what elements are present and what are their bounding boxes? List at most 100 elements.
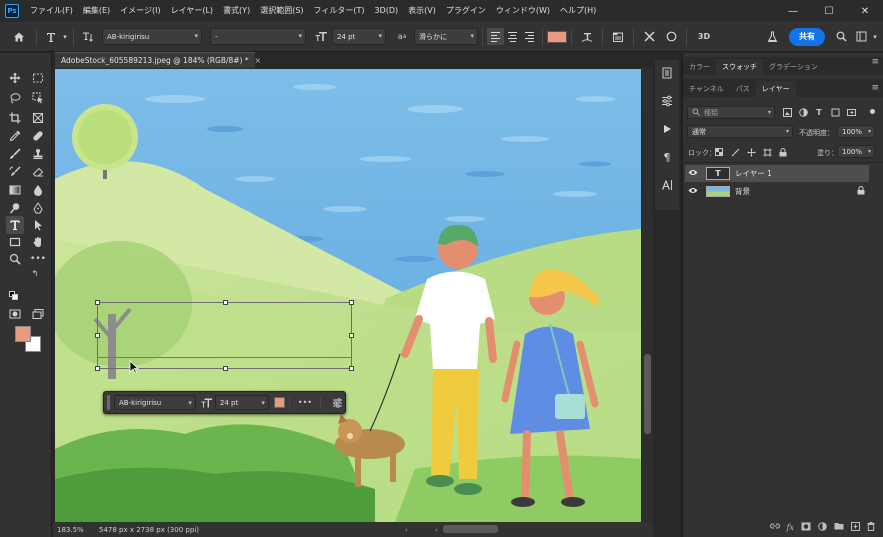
font-family-select[interactable]: AB-kirigirisu ▾	[102, 28, 202, 45]
status-arrow-icon[interactable]: ›	[405, 526, 408, 534]
settings-sliders-icon[interactable]	[329, 393, 345, 413]
blur-tool-icon[interactable]	[29, 181, 47, 199]
new-layer-icon[interactable]	[851, 521, 860, 533]
document-tab[interactable]: AdobeStock_605589213.jpeg @ 184% (RGB/8#…	[55, 52, 261, 68]
eraser-tool-icon[interactable]	[29, 163, 47, 181]
clone-stamp-tool-icon[interactable]	[29, 145, 47, 163]
history-brush-tool-icon[interactable]	[6, 163, 24, 181]
lock-pixels-icon[interactable]	[729, 146, 741, 158]
text-bounding-box[interactable]	[95, 300, 354, 371]
zoom-level[interactable]: 183.5%	[53, 526, 93, 534]
align-center-button[interactable]	[504, 28, 521, 45]
lock-artboard-icon[interactable]	[761, 146, 773, 158]
tab-swatches[interactable]: スウォッチ	[716, 59, 763, 75]
chevron-down-icon[interactable]: ▾	[871, 27, 879, 47]
chevron-down-icon[interactable]: ▾	[61, 27, 69, 47]
anti-alias-select[interactable]: 滑らかに ▾	[414, 28, 478, 45]
lock-all-icon[interactable]	[777, 146, 789, 158]
type-tool-preset-icon[interactable]	[41, 27, 61, 47]
vertical-scroll-thumb[interactable]	[644, 354, 651, 434]
filter-toggle-icon[interactable]	[870, 109, 875, 114]
panel-menu-icon[interactable]: ≡	[871, 57, 879, 67]
quick-mask-icon[interactable]	[6, 305, 24, 323]
frame-tool-icon[interactable]	[29, 109, 47, 127]
gradient-tool-icon[interactable]	[6, 181, 24, 199]
default-colors-icon[interactable]	[8, 290, 18, 300]
layer-filter-select[interactable]: 種類 ▾	[687, 106, 775, 119]
document-canvas[interactable]	[55, 69, 641, 522]
menu-help[interactable]: ヘルプ(H)	[555, 0, 601, 22]
more-tools-icon[interactable]: •••	[29, 250, 47, 268]
align-right-button[interactable]	[521, 28, 538, 45]
flask-icon[interactable]	[761, 27, 783, 47]
tab-color[interactable]: カラー	[683, 59, 716, 75]
share-button[interactable]: 共有	[789, 27, 825, 46]
zoom-tool-icon[interactable]	[6, 250, 24, 268]
object-selection-tool-icon[interactable]	[29, 89, 47, 107]
actions-play-icon[interactable]	[658, 120, 676, 138]
menu-file[interactable]: ファイル(F)	[25, 0, 78, 22]
path-selection-tool-icon[interactable]	[29, 216, 47, 234]
drag-handle[interactable]	[107, 395, 110, 410]
filter-pixel-icon[interactable]	[781, 106, 793, 118]
brush-tool-icon[interactable]	[6, 145, 24, 163]
cancel-icon[interactable]	[638, 27, 660, 47]
menu-filter[interactable]: フィルター(T)	[309, 0, 370, 22]
filter-type-icon[interactable]: T	[813, 106, 825, 118]
search-icon[interactable]	[831, 27, 851, 47]
workspace-icon[interactable]	[851, 27, 871, 47]
adjustment-layer-icon[interactable]	[818, 521, 827, 533]
warp-text-icon[interactable]	[576, 27, 598, 47]
menu-edit[interactable]: 編集(E)	[78, 0, 115, 22]
screen-mode-icon[interactable]	[29, 305, 47, 323]
transform-handle-right[interactable]	[349, 333, 354, 338]
character-panel-icon[interactable]	[607, 27, 629, 47]
home-icon[interactable]	[6, 27, 32, 47]
eyedropper-tool-icon[interactable]	[6, 127, 24, 145]
history-panel-icon[interactable]	[658, 64, 676, 82]
layers-panel-menu-icon[interactable]: ≡	[871, 83, 879, 93]
lock-icon[interactable]	[857, 186, 865, 197]
menu-image[interactable]: イメージ(I)	[115, 0, 165, 22]
transform-handle-top-right[interactable]	[349, 300, 354, 305]
character-panel-icon[interactable]	[658, 176, 676, 194]
transform-handle-top[interactable]	[223, 300, 228, 305]
layer-name[interactable]: レイヤー 1	[735, 168, 772, 179]
move-tool-icon[interactable]	[6, 69, 24, 87]
foreground-color-swatch[interactable]	[15, 326, 31, 342]
transform-handle-left[interactable]	[95, 333, 100, 338]
layer-effects-icon[interactable]: fx	[787, 523, 794, 532]
minimize-button[interactable]: —	[775, 0, 811, 22]
menu-select[interactable]: 選択範囲(S)	[255, 0, 308, 22]
fill-field[interactable]: 100% ▾	[837, 145, 875, 158]
menu-3d[interactable]: 3D(D)	[370, 0, 404, 22]
add-mask-icon[interactable]	[801, 522, 811, 533]
lock-position-icon[interactable]	[745, 146, 757, 158]
layer-row[interactable]: 背景	[685, 183, 869, 200]
transform-handle-bottom-left[interactable]	[95, 366, 100, 371]
document-info[interactable]: 5478 px x 2738 px (300 ppi)	[93, 526, 199, 534]
horizontal-scroll-thumb[interactable]	[443, 525, 498, 533]
taskbar-color-swatch[interactable]	[273, 397, 285, 408]
text-color-swatch[interactable]	[547, 30, 567, 43]
filter-adjustment-icon[interactable]	[797, 106, 809, 118]
visibility-eye-icon[interactable]	[688, 187, 702, 196]
tab-paths[interactable]: パス	[730, 81, 756, 97]
align-left-button[interactable]	[487, 28, 504, 45]
canvas-area[interactable]	[53, 68, 653, 522]
taskbar-font-family-select[interactable]: AB-kirigirisu ▾	[114, 395, 196, 410]
transform-handle-top-left[interactable]	[95, 300, 100, 305]
tab-channels[interactable]: チャンネル	[683, 81, 730, 97]
filter-smart-object-icon[interactable]	[845, 106, 857, 118]
rectangle-tool-icon[interactable]	[6, 233, 24, 251]
new-group-folder-icon[interactable]	[834, 522, 844, 532]
opacity-field[interactable]: 100% ▾	[837, 125, 875, 138]
lock-transparent-icon[interactable]	[713, 146, 725, 158]
close-tab-icon[interactable]: ×	[255, 56, 261, 65]
dodge-tool-icon[interactable]	[6, 199, 24, 217]
menu-view[interactable]: 表示(V)	[403, 0, 441, 22]
pen-tool-icon[interactable]	[29, 199, 47, 217]
tab-layers[interactable]: レイヤー	[755, 81, 796, 97]
vertical-scrollbar[interactable]	[642, 68, 653, 522]
font-size-select[interactable]: 24 pt ▾	[332, 28, 386, 45]
